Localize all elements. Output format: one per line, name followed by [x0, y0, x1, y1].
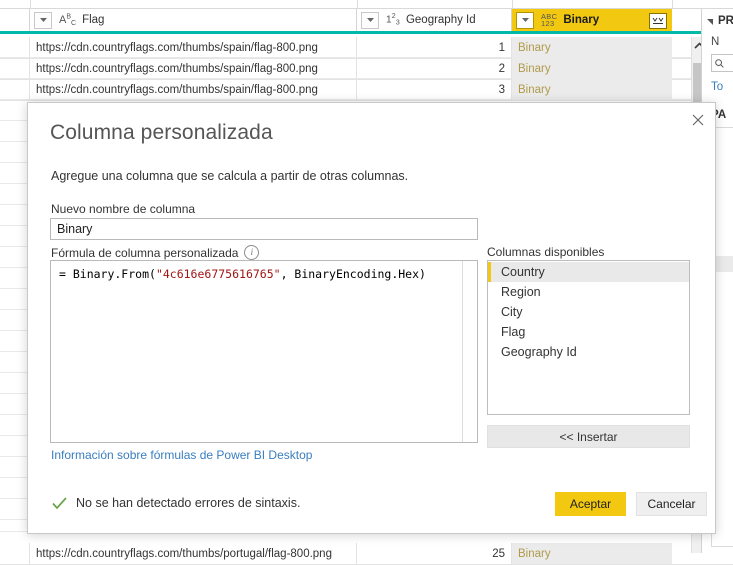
close-icon[interactable]: [683, 107, 713, 133]
cell-flag[interactable]: https://cdn.countryflags.com/thumbs/port…: [30, 543, 357, 564]
table-row[interactable]: https://cdn.countryflags.com/thumbs/spai…: [0, 37, 733, 59]
syntax-status: No se han detectado errores de sintaxis.: [52, 496, 300, 510]
row-gutter-cell: [0, 58, 30, 79]
filter-dropdown-icon-geography-id[interactable]: [361, 11, 379, 29]
cell-binary[interactable]: Binary: [512, 543, 672, 564]
column-header-geography-id[interactable]: 123 Geography Id: [357, 9, 512, 31]
available-columns-list[interactable]: Country Region City Flag Geography Id: [487, 260, 690, 415]
123-number-icon: 123: [386, 13, 400, 27]
list-item[interactable]: Geography Id: [488, 342, 689, 362]
checkmark-icon: [52, 496, 67, 509]
cell-geography-id[interactable]: 3: [357, 79, 512, 100]
new-column-name-input[interactable]: [50, 218, 478, 240]
column-header-flag[interactable]: ABC Flag: [30, 9, 357, 31]
properties-section-label: PR: [718, 15, 733, 27]
grid-column-header-row: ABC Flag 123 Geography Id ABC 123 Binary: [0, 9, 733, 34]
filter-dropdown-icon-flag[interactable]: [34, 11, 52, 29]
formula-string-literal: "4c616e6775616765": [155, 267, 281, 281]
cell-geography-id[interactable]: 1: [357, 37, 512, 58]
cell-binary[interactable]: Binary: [512, 58, 672, 79]
available-columns-label: Columnas disponibles: [487, 245, 605, 259]
custom-column-dialog: Columna personalizada Agregue una column…: [27, 102, 716, 534]
cell-binary[interactable]: Binary: [512, 79, 672, 100]
formula-help-link[interactable]: Información sobre fórmulas de Power BI D…: [51, 448, 312, 462]
ok-button[interactable]: Aceptar: [555, 492, 626, 516]
formula-editor[interactable]: = Binary.From("4c616e6775616765", Binary…: [50, 260, 478, 443]
abc-text-icon: ABC: [59, 13, 77, 27]
cell-flag[interactable]: https://cdn.countryflags.com/thumbs/spai…: [30, 79, 357, 100]
formula-scrollbar[interactable]: [462, 261, 477, 442]
list-item[interactable]: Region: [488, 282, 689, 302]
formula-text[interactable]: = Binary.From("4c616e6775616765", Binary…: [59, 266, 459, 282]
dialog-description: Agregue una columna que se calcula a par…: [51, 169, 409, 183]
collapse-triangle-icon: [707, 18, 713, 25]
row-gutter-header: [0, 9, 30, 31]
info-icon[interactable]: i: [244, 245, 260, 260]
dialog-title: Columna personalizada: [50, 121, 273, 144]
cancel-button[interactable]: Cancelar: [636, 492, 707, 516]
new-column-name-label: Nuevo nombre de columna: [51, 202, 196, 216]
insert-column-button[interactable]: << Insertar: [487, 425, 690, 448]
filter-dropdown-icon-binary[interactable]: [516, 11, 534, 29]
grid-top-strip: [0, 0, 733, 9]
column-header-label: Binary: [563, 14, 600, 26]
column-header-label: Geography Id: [405, 14, 476, 26]
expand-column-icon[interactable]: [649, 13, 667, 29]
table-row[interactable]: https://cdn.countryflags.com/thumbs/spai…: [0, 58, 733, 80]
cell-geography-id[interactable]: 2: [357, 58, 512, 79]
formula-prefix: = Binary.From(: [59, 267, 156, 281]
row-gutter-cell: [0, 79, 30, 100]
column-header-label: Flag: [82, 14, 105, 26]
abc123-any-icon: ABC 123: [541, 11, 558, 28]
column-header-binary[interactable]: ABC 123 Binary: [512, 9, 672, 31]
list-item[interactable]: Country: [488, 262, 689, 282]
cell-binary[interactable]: Binary: [512, 37, 672, 58]
formula-label: Fórmula de columna personalizada: [51, 245, 239, 260]
formula-label-group: Fórmula de columna personalizada i: [51, 245, 260, 260]
list-item[interactable]: City: [488, 302, 689, 322]
cell-flag[interactable]: https://cdn.countryflags.com/thumbs/spai…: [30, 58, 357, 79]
row-gutter-cell: [0, 37, 30, 58]
status-badge: No se han detectado errores de sintaxis.: [76, 496, 301, 510]
list-item[interactable]: Flag: [488, 322, 689, 342]
name-field-label: N: [711, 36, 720, 48]
table-row[interactable]: https://cdn.countryflags.com/thumbs/port…: [0, 543, 733, 565]
cell-geography-id[interactable]: 25: [357, 543, 512, 564]
properties-section-header[interactable]: PR: [707, 15, 733, 27]
formula-suffix: , BinaryEncoding.Hex): [280, 267, 426, 281]
table-row[interactable]: https://cdn.countryflags.com/thumbs/spai…: [0, 79, 733, 101]
all-properties-link[interactable]: To: [711, 81, 723, 93]
row-gutter-cell: [0, 543, 30, 564]
name-field-input[interactable]: [711, 54, 733, 72]
cell-flag[interactable]: https://cdn.countryflags.com/thumbs/spai…: [30, 37, 357, 58]
search-icon: [715, 58, 724, 68]
